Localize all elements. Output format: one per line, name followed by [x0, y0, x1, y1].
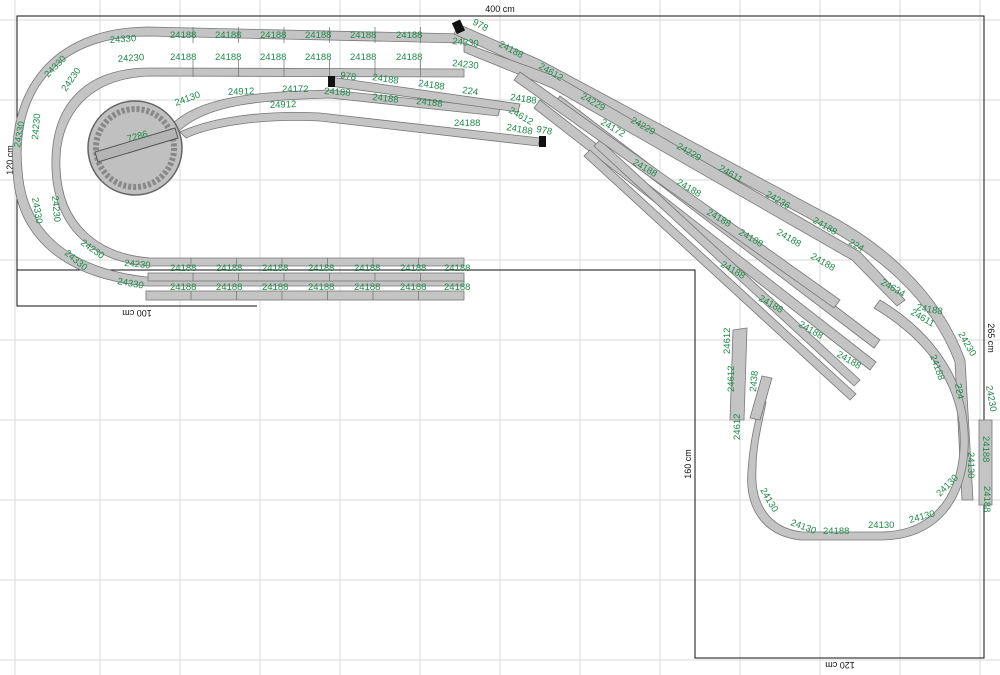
track-piece-label: 24188: [372, 92, 399, 106]
dimension-inner-height: 160 cm: [683, 449, 693, 479]
track-piece-label: 24188: [981, 486, 992, 512]
track-piece-label: 24188: [454, 118, 480, 129]
track-piece-label: 24912: [270, 99, 297, 111]
turntable: 7286: [87, 100, 183, 196]
track-piece-label: 24188: [170, 52, 196, 63]
track-piece-label: 24188: [775, 227, 803, 250]
track-piece-label: 24912: [228, 86, 255, 98]
track-piece-label: 978: [340, 70, 357, 83]
track-piece-label: 24188: [260, 52, 286, 63]
track-piece-label: 24230: [983, 385, 998, 413]
track-plan: [12, 23, 993, 541]
diagonal-yard-5: [513, 71, 841, 309]
track-piece-label: 24188: [927, 353, 946, 382]
layout-diagram: 400 cm 120 cm 100 cm 265 cm 160 cm 120 c…: [0, 0, 1000, 675]
track-piece-label: 24188: [260, 30, 286, 41]
track-piece-label: 24230: [117, 52, 144, 65]
track-piece-label: 24188: [215, 30, 241, 41]
track-piece-label: 2438: [748, 370, 761, 392]
track-piece-label: 24188: [308, 263, 334, 274]
track-piece-label: 24188: [308, 282, 334, 293]
dimension-right-height: 265 cm: [986, 323, 996, 353]
track-piece-label: 24188: [170, 263, 196, 274]
track-piece-label: 24188: [400, 263, 426, 274]
track-piece-label: 24188: [305, 30, 331, 41]
track-piece-label: 24188: [262, 263, 288, 274]
track-piece-label: 24230: [59, 66, 83, 94]
track-piece-label: 24188: [396, 52, 422, 63]
track-piece-label: 24330: [452, 36, 479, 50]
track-piece-label: 24130: [965, 452, 976, 478]
track-piece-label: 24188: [444, 263, 470, 274]
bottom-inner-straight: [147, 272, 465, 282]
dimension-bottom-right-width: 120 cm: [825, 660, 855, 670]
track-piece-label: 24188: [980, 436, 991, 462]
diagonal-yard-2: [583, 149, 857, 401]
track-piece-label: 24188: [350, 52, 376, 63]
track-piece-label: 24188: [324, 86, 351, 99]
track-piece-label: 24612: [726, 366, 737, 392]
track-piece-label: 24612: [732, 414, 743, 440]
track-piece-label: 24230: [49, 195, 62, 222]
dimension-bottom-left-width: 100 cm: [122, 308, 152, 318]
track-piece-label: 24188: [396, 30, 422, 41]
track-piece-label: 24188: [444, 282, 470, 293]
turntable-lead-lower: [179, 111, 541, 147]
track-piece-label: 24188: [809, 251, 837, 274]
track-piece-label: 24230: [124, 258, 151, 271]
track-piece-label: 24130: [868, 520, 894, 531]
track-piece-label: 24188: [216, 282, 242, 293]
track-piece-label: 24188: [170, 282, 196, 293]
track-piece-label: 24612: [722, 328, 733, 354]
track-piece-label: 24330: [109, 33, 136, 46]
track-piece-label: 24130: [173, 89, 202, 108]
track-piece-label: 224: [462, 85, 479, 98]
track-piece-label: 24188: [354, 282, 380, 293]
track-piece-label: 24188: [215, 52, 241, 63]
track-piece-label: 24330: [12, 121, 27, 149]
track-piece-label: 24188: [400, 282, 426, 293]
track-piece-label: 978: [535, 124, 553, 138]
track-piece-label: 24188: [216, 263, 242, 274]
track-piece-label: 24188: [823, 526, 849, 537]
bumper-yard-lower: [539, 136, 546, 147]
dimension-top-width: 400 cm: [485, 4, 515, 14]
track-piece-label: 24172: [282, 84, 308, 95]
track-piece-label: 24188: [354, 263, 380, 274]
track-piece-label: 24188: [350, 30, 376, 41]
track-piece-label: 24188: [305, 52, 331, 63]
track-piece-label: 24188: [262, 282, 288, 293]
track-piece-label: 24188: [170, 30, 196, 41]
track-piece-label: 24230: [30, 113, 43, 140]
